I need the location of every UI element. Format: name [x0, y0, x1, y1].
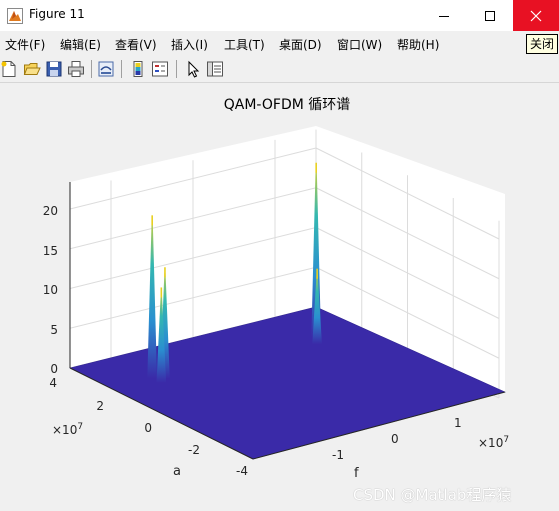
- z-tick-label: 20: [43, 204, 58, 218]
- new-figure-icon[interactable]: [0, 60, 18, 78]
- minimize-icon: [439, 15, 449, 17]
- property-inspector-icon[interactable]: [206, 60, 224, 78]
- x-axis-label: f: [354, 466, 359, 481]
- watermark: CSDN @Matlab程序猿: [353, 486, 512, 504]
- toolbar-separator: [91, 60, 92, 78]
- z-tick-label: 0: [50, 362, 58, 376]
- print-icon[interactable]: [67, 60, 85, 78]
- menu-help[interactable]: 帮助(H): [397, 36, 439, 53]
- close-icon: [530, 10, 542, 21]
- chart-title: QAM-OFDM 循环谱: [224, 97, 351, 113]
- link-plot-icon[interactable]: [97, 60, 115, 78]
- y-tick-label: 4: [49, 376, 57, 390]
- menu-tools[interactable]: 工具(T): [224, 36, 265, 53]
- surface-plot[interactable]: QAM-OFDM 循环谱 20 15 10 5 0 4 2 0 -2 -4 ×1…: [0, 83, 559, 511]
- y-tick-label: 0: [144, 421, 152, 435]
- y-tick-label: -4: [236, 464, 248, 478]
- toolbar-separator: [121, 60, 122, 78]
- z-tick-label: 10: [43, 283, 58, 297]
- matlab-figure-icon: [7, 8, 23, 24]
- y-exponent-label: ×107: [52, 422, 83, 437]
- x-tick-label: 1: [454, 416, 462, 430]
- y-tick-label: -2: [188, 443, 200, 457]
- z-tick-label: 5: [50, 323, 58, 337]
- close-tooltip: 关闭: [526, 34, 559, 54]
- y-axis-label: a: [173, 464, 181, 479]
- figure-window: Figure 11 文件(F) 编辑(E) 查看(V) 插入(I) 工具(T) …: [0, 0, 559, 511]
- open-file-icon[interactable]: [23, 60, 41, 78]
- z-tick-label: 15: [43, 244, 58, 258]
- title-bar[interactable]: Figure 11: [0, 0, 559, 31]
- minimize-button[interactable]: [421, 0, 467, 31]
- legend-icon[interactable]: [151, 60, 169, 78]
- y-tick-label: 2: [96, 399, 104, 413]
- x-tick-label: -1: [332, 448, 344, 462]
- figure-canvas[interactable]: QAM-OFDM 循环谱 20 15 10 5 0 4 2 0 -2 -4 ×1…: [0, 83, 559, 511]
- colorbar-icon[interactable]: [129, 60, 147, 78]
- menu-view[interactable]: 查看(V): [115, 36, 157, 53]
- close-button[interactable]: [513, 0, 559, 31]
- save-icon[interactable]: [45, 60, 63, 78]
- window-title: Figure 11: [29, 7, 85, 21]
- toolbar-separator: [176, 60, 177, 78]
- menu-edit[interactable]: 编辑(E): [60, 36, 101, 53]
- x-exponent-label: ×107: [478, 435, 509, 450]
- maximize-icon: [485, 10, 495, 21]
- figure-toolbar: [0, 55, 559, 83]
- maximize-button[interactable]: [467, 0, 513, 31]
- x-tick-label: 0: [391, 432, 399, 446]
- menu-file[interactable]: 文件(F): [5, 36, 45, 53]
- edit-plot-icon[interactable]: [184, 60, 202, 78]
- menu-insert[interactable]: 插入(I): [171, 36, 208, 53]
- menu-desktop[interactable]: 桌面(D): [279, 36, 322, 53]
- menu-window[interactable]: 窗口(W): [337, 36, 382, 53]
- menu-bar: 文件(F) 编辑(E) 查看(V) 插入(I) 工具(T) 桌面(D) 窗口(W…: [0, 31, 559, 55]
